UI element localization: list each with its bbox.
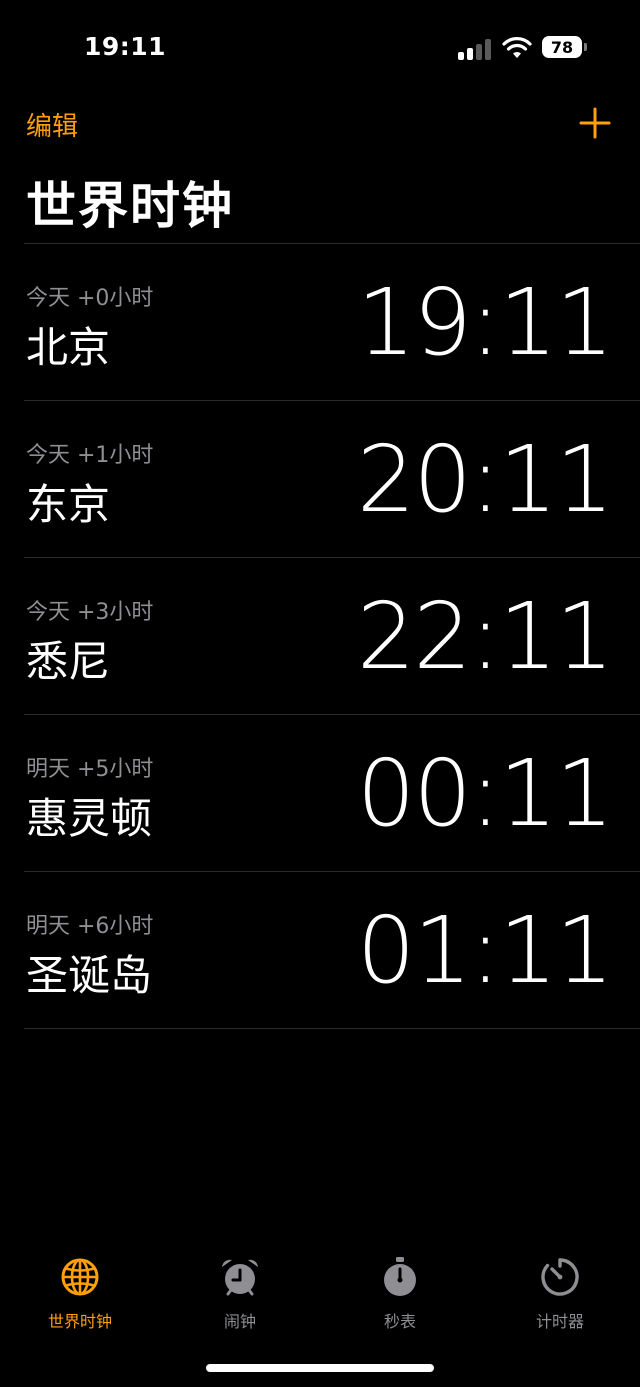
home-indicator[interactable]	[206, 1364, 434, 1372]
tab-label: 秒表	[383, 1312, 416, 1331]
tab-label: 计时器	[535, 1312, 584, 1331]
clock-row-wellington[interactable]: 明天 +5小时 惠灵顿 00:11	[24, 714, 640, 871]
clock-time: 19:11	[356, 269, 614, 376]
status-time: 19:11	[84, 32, 167, 61]
city-name: 北京	[26, 323, 111, 372]
clock-time: 22:11	[356, 583, 614, 690]
status-bar: 19:11 78	[0, 0, 640, 96]
city-name: 东京	[26, 480, 111, 529]
tab-alarm[interactable]: 闹钟	[160, 1256, 320, 1336]
tab-bar: 世界时钟 闹钟 秒表 计时器	[0, 1256, 640, 1346]
tab-label: 闹钟	[223, 1312, 256, 1331]
time-offset: 明天 +6小时	[26, 914, 154, 939]
clock-time: 01:11	[356, 897, 614, 1004]
alarm-clock-icon	[222, 1259, 258, 1296]
city-name: 圣诞岛	[26, 951, 153, 1000]
tab-label: 世界时钟	[47, 1312, 112, 1331]
city-name: 惠灵顿	[26, 794, 153, 843]
edit-button[interactable]: 编辑	[26, 106, 78, 143]
clock-time: 00:11	[356, 740, 614, 847]
time-offset: 今天 +0小时	[26, 286, 154, 311]
battery-tip	[584, 43, 587, 51]
clock-row-christmas-island[interactable]: 明天 +6小时 圣诞岛 01:11	[24, 871, 640, 1029]
tab-stopwatch[interactable]: 秒表	[320, 1256, 480, 1336]
add-icon[interactable]	[578, 106, 612, 140]
clock-time: 20:11	[356, 426, 614, 533]
page-title: 世界时钟	[26, 177, 234, 235]
battery-indicator: 78	[542, 36, 582, 58]
tab-timer[interactable]: 计时器	[480, 1256, 640, 1336]
clock-row-tokyo[interactable]: 今天 +1小时 东京 20:11	[24, 400, 640, 557]
time-offset: 今天 +1小时	[26, 443, 154, 468]
time-offset: 明天 +5小时	[26, 757, 154, 782]
wifi-icon	[502, 37, 532, 58]
world-clock-screen: 19:11 78 编辑 世界时钟 今天 +0小时 北京 19:11 今天 +1小…	[0, 0, 640, 1387]
clock-row-sydney[interactable]: 今天 +3小时 悉尼 22:11	[24, 557, 640, 714]
tab-world-clock[interactable]: 世界时钟	[0, 1256, 160, 1336]
timer-icon	[541, 1258, 579, 1296]
city-name: 悉尼	[26, 637, 111, 686]
world-clock-list: 今天 +0小时 北京 19:11 今天 +1小时 东京 20:11 今天 +3小…	[24, 243, 640, 1029]
cellular-signal-icon	[458, 38, 492, 60]
globe-icon	[61, 1258, 99, 1296]
clock-row-beijing[interactable]: 今天 +0小时 北京 19:11	[24, 243, 640, 400]
stopwatch-icon	[384, 1257, 416, 1296]
time-offset: 今天 +3小时	[26, 600, 154, 625]
